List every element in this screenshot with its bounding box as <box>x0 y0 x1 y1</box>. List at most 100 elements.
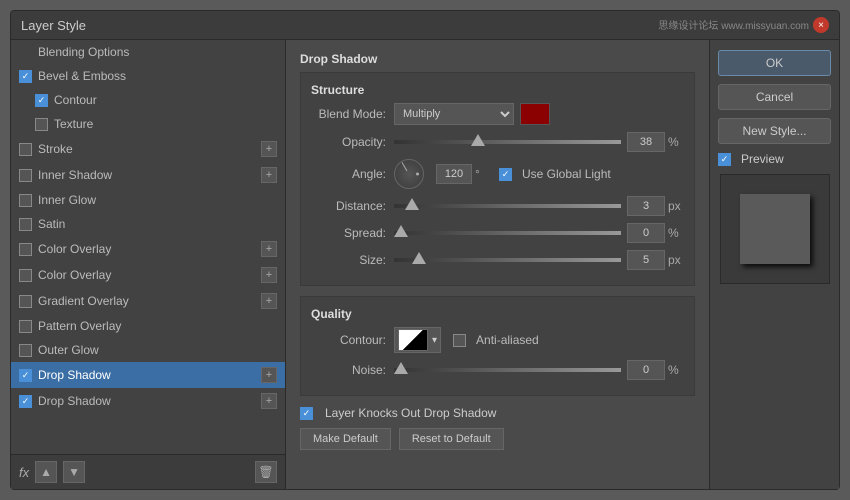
angle-indicator <box>402 162 408 171</box>
layer-item-inner-glow[interactable]: Inner Glow <box>11 188 285 212</box>
distance-slider-thumb <box>405 198 419 210</box>
add-btn-stroke[interactable]: + <box>261 141 277 157</box>
use-global-light-label[interactable]: Use Global Light <box>499 167 611 181</box>
layer-item-texture[interactable]: Texture <box>11 112 285 136</box>
anti-aliased-text: Anti-aliased <box>476 333 539 347</box>
checkbox-drop-shadow-2[interactable] <box>19 395 32 408</box>
angle-row: Angle: ° Use Global Light <box>311 159 684 189</box>
use-global-light-checkbox[interactable] <box>499 168 512 181</box>
bottom-toolbar: fx ▲ ▼ 🗑 <box>11 454 285 489</box>
checkbox-stroke[interactable] <box>19 143 32 156</box>
layer-item-contour[interactable]: Contour <box>11 88 285 112</box>
checkbox-contour[interactable] <box>35 94 48 107</box>
layer-item-bevel-emboss[interactable]: Bevel & Emboss <box>11 64 285 88</box>
size-input[interactable] <box>627 250 665 270</box>
layer-item-satin[interactable]: Satin <box>11 212 285 236</box>
label-color-overlay-2: Color Overlay <box>38 268 111 282</box>
checkbox-drop-shadow-1[interactable] <box>19 369 32 382</box>
add-btn-color-overlay-1[interactable]: + <box>261 241 277 257</box>
opacity-unit: % <box>668 135 684 149</box>
add-btn-color-overlay-2[interactable]: + <box>261 267 277 283</box>
cancel-button[interactable]: Cancel <box>718 84 831 110</box>
spread-slider-thumb <box>394 225 408 237</box>
checkbox-pattern-overlay[interactable] <box>19 320 32 333</box>
right-panel: OK Cancel New Style... Preview <box>709 40 839 489</box>
noise-slider-container <box>394 368 621 372</box>
opacity-slider[interactable] <box>394 140 621 144</box>
distance-input[interactable] <box>627 196 665 216</box>
opacity-label: Opacity: <box>311 135 386 149</box>
noise-slider[interactable] <box>394 368 621 372</box>
reset-to-default-button[interactable]: Reset to Default <box>399 428 504 450</box>
noise-input[interactable] <box>627 360 665 380</box>
left-panel: Blending OptionsBevel & Emboss Contour Tex… <box>11 40 286 489</box>
anti-aliased-label[interactable]: Anti-aliased <box>453 333 539 347</box>
distance-label: Distance: <box>311 199 386 213</box>
watermark: 思缘设计论坛 www.missyuan.com <box>658 17 809 32</box>
knockout-label: Layer Knocks Out Drop Shadow <box>325 406 496 420</box>
layer-item-blending-options[interactable]: Blending Options <box>11 40 285 64</box>
layer-items-list: Blending OptionsBevel & Emboss Contour Tex… <box>11 40 285 454</box>
contour-dropdown[interactable]: ▾ <box>394 327 441 353</box>
add-btn-gradient-overlay[interactable]: + <box>261 293 277 309</box>
checkbox-inner-glow[interactable] <box>19 194 32 207</box>
dialog-body: Blending OptionsBevel & Emboss Contour Tex… <box>11 40 839 489</box>
size-unit: px <box>668 253 684 267</box>
checkbox-gradient-overlay[interactable] <box>19 295 32 308</box>
layer-item-stroke[interactable]: Stroke + <box>11 136 285 162</box>
knockout-row: Layer Knocks Out Drop Shadow <box>300 406 695 420</box>
title-bar: Layer Style 思缘设计论坛 www.missyuan.com × <box>11 11 839 40</box>
close-button[interactable]: × <box>813 17 829 33</box>
angle-input[interactable] <box>436 164 472 184</box>
layer-item-gradient-overlay[interactable]: Gradient Overlay + <box>11 288 285 314</box>
distance-slider-container <box>394 204 621 208</box>
checkbox-bevel-emboss[interactable] <box>19 70 32 83</box>
opacity-input[interactable] <box>627 132 665 152</box>
drop-shadow-title: Drop Shadow <box>300 52 695 66</box>
delete-button[interactable]: 🗑 <box>255 461 277 483</box>
layer-item-inner-shadow[interactable]: Inner Shadow+ <box>11 162 285 188</box>
layer-item-color-overlay-1[interactable]: Color Overlay+ <box>11 236 285 262</box>
layer-item-drop-shadow-2[interactable]: Drop Shadow + <box>11 388 285 414</box>
ok-button[interactable]: OK <box>718 50 831 76</box>
size-slider-thumb <box>412 252 426 264</box>
angle-dial[interactable] <box>394 159 424 189</box>
preview-checkbox[interactable] <box>718 153 731 166</box>
checkbox-color-overlay-2[interactable] <box>19 269 32 282</box>
checkbox-outer-glow[interactable] <box>19 344 32 357</box>
size-slider[interactable] <box>394 258 621 262</box>
blend-mode-label: Blend Mode: <box>311 107 386 121</box>
label-stroke: Stroke <box>38 142 73 156</box>
new-style-button[interactable]: New Style... <box>718 118 831 144</box>
color-swatch[interactable] <box>520 103 550 125</box>
checkbox-satin[interactable] <box>19 218 32 231</box>
checkbox-inner-shadow[interactable] <box>19 169 32 182</box>
layer-item-color-overlay-2[interactable]: Color Overlay + <box>11 262 285 288</box>
layer-item-drop-shadow-1[interactable]: Drop Shadow+ <box>11 362 285 388</box>
label-drop-shadow-2: Drop Shadow <box>38 394 111 408</box>
layer-item-pattern-overlay[interactable]: Pattern Overlay <box>11 314 285 338</box>
anti-aliased-checkbox[interactable] <box>453 334 466 347</box>
layer-style-dialog: Layer Style 思缘设计论坛 www.missyuan.com × Bl… <box>10 10 840 490</box>
add-btn-drop-shadow-2[interactable]: + <box>261 393 277 409</box>
label-pattern-overlay: Pattern Overlay <box>38 319 121 333</box>
blend-mode-select[interactable]: NormalDissolveDarkenMultiplyColor BurnLi… <box>394 103 514 125</box>
bottom-section: Layer Knocks Out Drop Shadow Make Defaul… <box>300 406 695 450</box>
spread-input[interactable] <box>627 223 665 243</box>
checkbox-color-overlay-1[interactable] <box>19 243 32 256</box>
layer-item-outer-glow[interactable]: Outer Glow <box>11 338 285 362</box>
distance-slider[interactable] <box>394 204 621 208</box>
label-gradient-overlay: Gradient Overlay <box>38 294 129 308</box>
move-up-button[interactable]: ▲ <box>35 461 57 483</box>
add-btn-inner-shadow[interactable]: + <box>261 167 277 183</box>
middle-panel: Drop Shadow Structure Blend Mode: Normal… <box>286 40 709 489</box>
move-down-button[interactable]: ▼ <box>63 461 85 483</box>
add-btn-drop-shadow-1[interactable]: + <box>261 367 277 383</box>
label-outer-glow: Outer Glow <box>38 343 99 357</box>
size-slider-container <box>394 258 621 262</box>
spread-slider[interactable] <box>394 231 621 235</box>
knockout-checkbox[interactable] <box>300 407 313 420</box>
make-default-button[interactable]: Make Default <box>300 428 391 450</box>
label-contour: Contour <box>54 93 97 107</box>
checkbox-texture[interactable] <box>35 118 48 131</box>
